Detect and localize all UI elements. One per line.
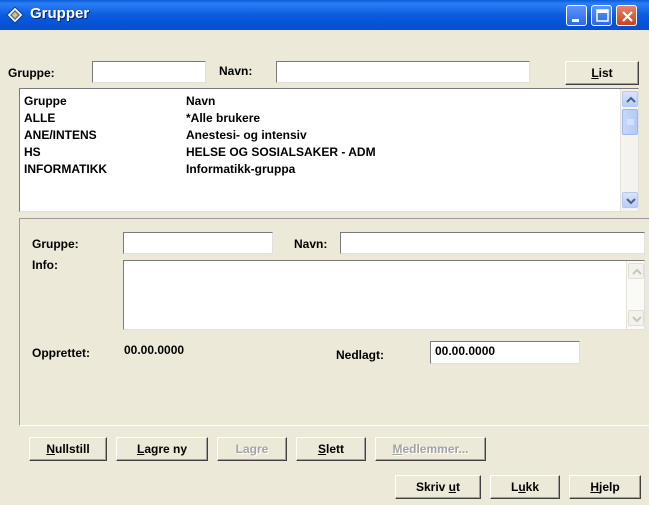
- list-scrollbar[interactable]: [620, 89, 638, 211]
- detail-gruppe-input[interactable]: [123, 232, 273, 254]
- list-item-gruppe: HS: [24, 145, 41, 159]
- search-gruppe-label: Gruppe:: [8, 66, 55, 80]
- hjelp-button[interactable]: Hjelp: [569, 475, 641, 499]
- grupper-window: Grupper Gruppe: Navn: List Gruppe Navn A…: [0, 0, 649, 505]
- lukk-button[interactable]: Lukk: [490, 475, 560, 499]
- maximize-icon: [596, 9, 609, 22]
- scroll-up-button[interactable]: [628, 263, 644, 279]
- detail-navn-label: Navn:: [294, 237, 328, 251]
- chevron-down-icon: [626, 198, 636, 205]
- maximize-button[interactable]: [591, 5, 612, 26]
- opprettet-value: 00.00.0000: [124, 343, 185, 357]
- detail-info-label: Info:: [32, 258, 58, 272]
- close-button[interactable]: [616, 5, 637, 26]
- search-gruppe-input[interactable]: [92, 61, 206, 83]
- title-bar[interactable]: Grupper: [0, 0, 649, 30]
- window-title: Grupper: [30, 5, 90, 22]
- detail-navn-input[interactable]: [340, 232, 645, 254]
- chevron-down-icon: [632, 316, 642, 323]
- chevron-up-icon: [626, 96, 636, 103]
- chevron-up-icon: [632, 268, 642, 275]
- minimize-button[interactable]: [566, 5, 587, 26]
- medlemmer-button[interactable]: Medlemmer...: [375, 437, 486, 461]
- close-icon: [622, 11, 633, 22]
- search-navn-label: Navn:: [219, 64, 253, 78]
- slett-button[interactable]: Slett: [296, 437, 366, 461]
- list-item-navn: Informatikk-gruppa: [186, 162, 296, 176]
- nedlagt-label: Nedlagt:: [336, 348, 384, 362]
- minimize-icon: [572, 19, 579, 22]
- group-list[interactable]: Gruppe Navn ALLE *Alle brukere ANE/INTEN…: [19, 88, 639, 212]
- list-item-gruppe: ANE/INTENS: [24, 128, 97, 142]
- scroll-down-button[interactable]: [622, 192, 638, 208]
- scroll-thumb[interactable]: [622, 109, 638, 135]
- lagre-ny-button[interactable]: Lagre ny: [116, 437, 208, 461]
- diamond-app-icon: [6, 6, 24, 24]
- scroll-up-button[interactable]: [622, 91, 638, 107]
- grip-icon: [627, 119, 634, 125]
- opprettet-label: Opprettet:: [32, 346, 90, 360]
- search-navn-input[interactable]: [276, 61, 530, 83]
- skriv-ut-button[interactable]: Skriv ut: [395, 475, 481, 499]
- nullstill-button[interactable]: Nullstill: [29, 437, 107, 461]
- list-item-navn: HELSE OG SOSIALSAKER - ADM: [186, 145, 376, 159]
- info-scrollbar[interactable]: [626, 261, 644, 329]
- lagre-button[interactable]: Lagre: [217, 437, 287, 461]
- nedlagt-input[interactable]: 00.00.0000: [430, 341, 580, 364]
- list-item-gruppe: ALLE: [24, 111, 56, 125]
- list-item-navn: *Alle brukere: [186, 111, 261, 125]
- list-item-gruppe: INFORMATIKK: [24, 162, 108, 176]
- list-item-navn: Anestesi- og intensiv: [186, 128, 307, 142]
- list-button[interactable]: List: [565, 61, 639, 85]
- detail-gruppe-label: Gruppe:: [32, 237, 79, 251]
- column-header-navn[interactable]: Navn: [186, 94, 215, 108]
- scroll-down-button[interactable]: [628, 310, 644, 326]
- detail-info-textarea[interactable]: [123, 260, 645, 330]
- column-header-gruppe[interactable]: Gruppe: [24, 94, 67, 108]
